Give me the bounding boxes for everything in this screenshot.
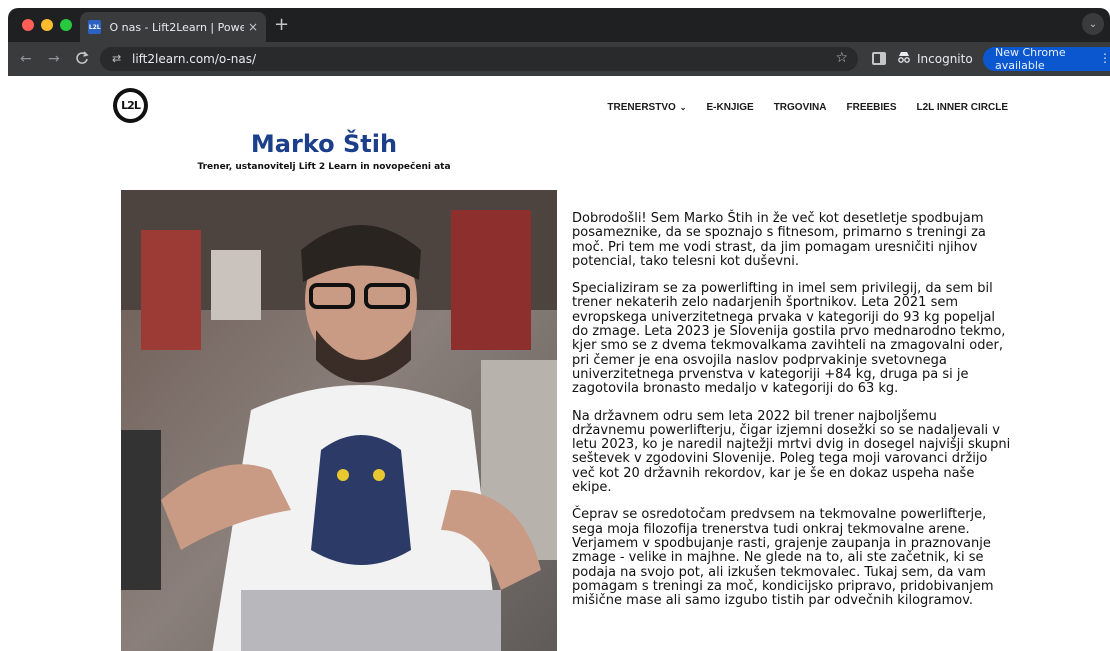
logo-text: L2L [117,92,144,119]
browser-toolbar: ← → ⇄ lift2learn.com/o-nas/ ☆ Incognito … [8,42,1110,76]
forward-arrow-icon[interactable]: → [48,51,60,67]
tab-title: O nas - Lift2Learn | Powerlifti [109,20,244,34]
chrome-update-button[interactable]: New Chrome available ⋮ [983,46,1110,72]
browser-tab[interactable]: L2L O nas - Lift2Learn | Powerlifti × [80,12,266,42]
close-window-button[interactable] [22,19,34,31]
tab-search-icon[interactable]: ⌄ [1082,13,1104,35]
nav-item-inner-circle[interactable]: L2L INNER CIRCLE [917,102,1009,113]
address-bar[interactable]: ⇄ lift2learn.com/o-nas/ ☆ [100,47,858,71]
url-text[interactable]: lift2learn.com/o-nas/ [132,52,256,66]
minimize-window-button[interactable] [41,19,53,31]
bio-paragraph: Čeprav se osredotočam predvsem na tekmov… [572,507,994,609]
page-title: Marko Štih [250,130,398,158]
close-tab-icon[interactable]: × [248,20,258,34]
incognito-icon [897,51,911,67]
incognito-label: Incognito [917,52,973,66]
site-info-icon[interactable]: ⇄ [112,52,121,65]
bookmark-star-icon[interactable]: ☆ [835,50,848,66]
incognito-badge[interactable]: Incognito [897,47,973,71]
nav-item-trenerstvo[interactable]: TRENERSTVO ⌄ [607,102,686,113]
nav-item-trgovina[interactable]: TRGOVINA [774,102,827,113]
chrome-update-label: New Chrome available [995,46,1066,72]
profile-photo [121,190,557,651]
new-tab-button[interactable]: + [274,14,289,35]
side-panel-icon[interactable] [872,52,886,65]
nav-item-e-knjige[interactable]: E-KNJIGE [706,102,753,113]
back-arrow-icon[interactable]: ← [20,51,32,67]
chevron-down-icon: ⌄ [679,103,687,112]
web-page: L2L TRENERSTVO ⌄ E-KNJIGE TRGOVINA FREEBI… [8,76,1110,651]
reload-icon[interactable] [75,51,89,69]
maximize-window-button[interactable] [60,19,72,31]
kebab-menu-icon[interactable]: ⋮ [1099,51,1110,65]
site-logo[interactable]: L2L [113,88,148,123]
bio-paragraph: Dobrodošli! Sem Marko Štih in že več kot… [572,211,986,269]
bio-paragraph: Na državnem odru sem leta 2022 bil trene… [572,408,1011,496]
main-navigation: TRENERSTVO ⌄ E-KNJIGE TRGOVINA FREEBIES L… [607,102,1008,113]
bio-paragraph: Specializiram se za powerlifting in imel… [572,281,1006,397]
site-favicon-icon: L2L [88,20,102,34]
nav-label: TRENERSTVO [607,102,676,113]
page-subtitle: Trener, ustanovitelj Lift 2 Learn in nov… [197,162,451,172]
nav-item-freebies[interactable]: FREEBIES [846,102,896,113]
bio-text: Dobrodošli! Sem Marko Štih in že več kot… [572,211,1014,621]
